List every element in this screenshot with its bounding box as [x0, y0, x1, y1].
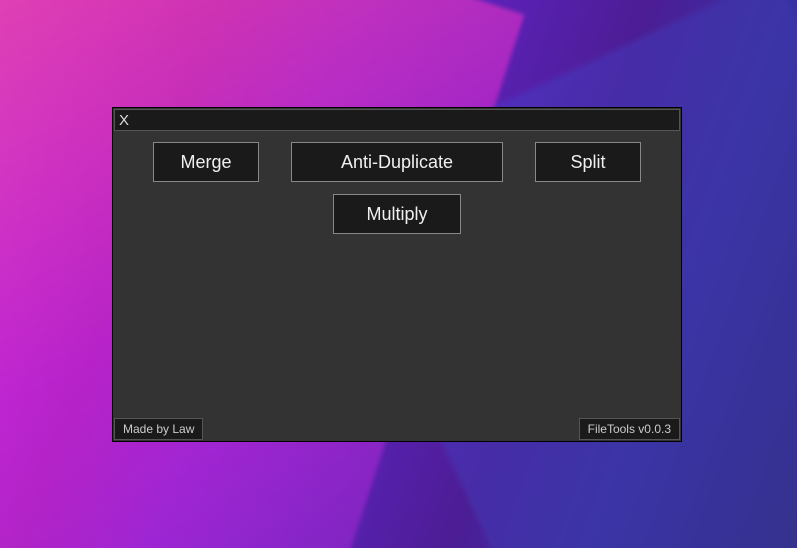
- author-label: Made by Law: [114, 418, 203, 440]
- multiply-button[interactable]: Multiply: [333, 194, 461, 234]
- anti-duplicate-button[interactable]: Anti-Duplicate: [291, 142, 503, 182]
- button-row-1: Merge Anti-Duplicate Split: [113, 142, 681, 182]
- split-button[interactable]: Split: [535, 142, 641, 182]
- button-row-2: Multiply: [113, 194, 681, 234]
- version-label: FileTools v0.0.3: [579, 418, 680, 440]
- window-content: Merge Anti-Duplicate Split Multiply: [113, 132, 681, 415]
- app-window: X Merge Anti-Duplicate Split Multiply Ma…: [112, 107, 682, 442]
- status-bar: Made by Law FileTools v0.0.3: [113, 415, 681, 441]
- titlebar[interactable]: X: [114, 109, 680, 131]
- close-icon[interactable]: X: [119, 113, 129, 128]
- merge-button[interactable]: Merge: [153, 142, 259, 182]
